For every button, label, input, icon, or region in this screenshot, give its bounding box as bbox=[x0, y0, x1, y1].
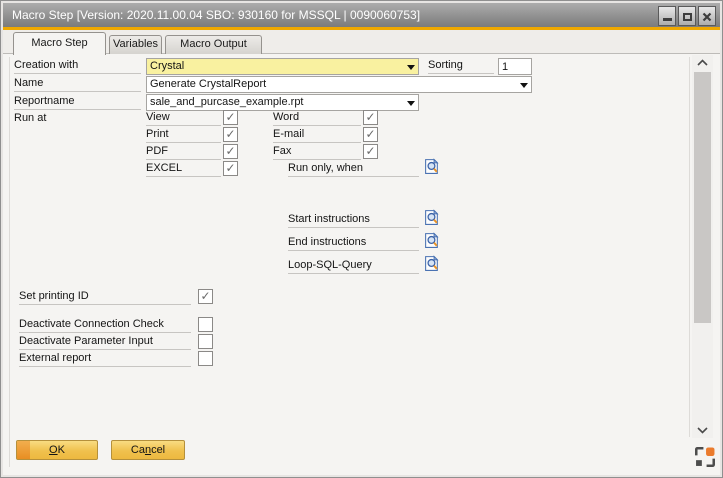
checkbox-email[interactable]: ✓ bbox=[363, 127, 378, 142]
set-printing-id-label: Set printing ID bbox=[19, 290, 191, 305]
checkbox-fax[interactable]: ✓ bbox=[363, 144, 378, 159]
run-at-word-label: Word bbox=[273, 111, 361, 126]
window-title: Macro Step [Version: 2020.11.00.04 SBO: … bbox=[12, 8, 420, 22]
run-only-when-label: Run only, when bbox=[288, 162, 419, 177]
loop-sql-query-editor-button[interactable] bbox=[424, 255, 440, 272]
resize-grip-icon bbox=[695, 447, 715, 467]
cancel-button-label: Cancel bbox=[131, 444, 165, 456]
checkbox-deactivate-connection-check[interactable] bbox=[198, 317, 213, 332]
checkbox-word[interactable]: ✓ bbox=[363, 110, 378, 125]
dropdown-arrow-icon bbox=[407, 101, 415, 106]
tab-macro-step[interactable]: Macro Step bbox=[13, 32, 106, 55]
run-at-view-label: View bbox=[146, 111, 221, 126]
external-report-label: External report bbox=[19, 352, 191, 367]
name-value: Generate CrystalReport bbox=[150, 78, 266, 90]
close-icon bbox=[702, 12, 712, 22]
creation-with-dropdown[interactable]: Crystal bbox=[146, 58, 419, 75]
creation-with-label: Creation with bbox=[14, 59, 141, 74]
checkbox-view[interactable]: ✓ bbox=[223, 110, 238, 125]
minimize-button[interactable] bbox=[658, 6, 676, 26]
start-instructions-label: Start instructions bbox=[288, 213, 419, 228]
window-controls bbox=[658, 6, 716, 26]
reportname-value: sale_and_purcase_example.rpt bbox=[150, 96, 304, 108]
resize-grip[interactable] bbox=[695, 447, 715, 467]
minimize-icon bbox=[663, 18, 672, 21]
chevron-up-icon bbox=[696, 59, 709, 67]
sorting-label: Sorting bbox=[428, 59, 494, 74]
tab-label: Macro Output bbox=[180, 38, 247, 50]
end-instructions-editor-button[interactable] bbox=[424, 232, 440, 249]
tab-macro-output[interactable]: Macro Output bbox=[165, 35, 262, 54]
run-at-print-label: Print bbox=[146, 128, 221, 143]
end-instructions-label: End instructions bbox=[288, 236, 419, 251]
checkbox-external-report[interactable] bbox=[198, 351, 213, 366]
deactivate-parameter-input-label: Deactivate Parameter Input bbox=[19, 335, 191, 350]
name-label: Name bbox=[14, 77, 141, 92]
cancel-button[interactable]: Cancel bbox=[111, 440, 185, 460]
scroll-down-button[interactable] bbox=[692, 423, 713, 437]
loop-sql-query-label: Loop-SQL-Query bbox=[288, 259, 419, 274]
tab-label: Macro Step bbox=[31, 37, 87, 49]
macro-step-window: Macro Step [Version: 2020.11.00.04 SBO: … bbox=[0, 0, 723, 478]
vertical-scrollbar[interactable] bbox=[692, 55, 713, 438]
chevron-down-icon bbox=[696, 426, 709, 434]
dropdown-arrow-icon bbox=[520, 83, 528, 88]
deactivate-connection-check-label: Deactivate Connection Check bbox=[19, 318, 191, 333]
start-instructions-editor-button[interactable] bbox=[424, 209, 440, 226]
run-at-pdf-label: PDF bbox=[146, 145, 221, 160]
creation-with-value: Crystal bbox=[150, 60, 184, 72]
titlebar[interactable]: Macro Step [Version: 2020.11.00.04 SBO: … bbox=[3, 3, 720, 27]
checkbox-excel[interactable]: ✓ bbox=[223, 161, 238, 176]
close-button[interactable] bbox=[698, 6, 716, 26]
maximize-button[interactable] bbox=[678, 6, 696, 26]
tab-bar: Macro Step Variables Macro Output bbox=[3, 30, 720, 54]
scroll-up-button[interactable] bbox=[692, 56, 713, 70]
dropdown-arrow-icon bbox=[407, 65, 415, 70]
panel-right-edge bbox=[689, 57, 690, 437]
reportname-dropdown[interactable]: sale_and_purcase_example.rpt bbox=[146, 94, 419, 111]
ok-button-label: OK bbox=[49, 444, 65, 456]
document-magnifier-icon bbox=[424, 209, 440, 226]
reportname-label: Reportname bbox=[14, 95, 141, 110]
checkbox-pdf[interactable]: ✓ bbox=[223, 144, 238, 159]
ok-button-focus-strip bbox=[17, 441, 30, 459]
maximize-icon bbox=[683, 13, 692, 21]
sorting-input[interactable] bbox=[498, 58, 532, 75]
run-at-email-label: E-mail bbox=[273, 128, 361, 143]
name-dropdown[interactable]: Generate CrystalReport bbox=[146, 76, 532, 93]
run-at-fax-label: Fax bbox=[273, 145, 361, 160]
checkbox-print[interactable]: ✓ bbox=[223, 127, 238, 142]
tab-variables[interactable]: Variables bbox=[109, 35, 162, 54]
run-at-label: Run at bbox=[14, 112, 141, 127]
scrollbar-thumb[interactable] bbox=[694, 72, 711, 323]
tab-label: Variables bbox=[113, 38, 158, 50]
run-at-excel-label: EXCEL bbox=[146, 162, 221, 177]
document-magnifier-icon bbox=[424, 158, 440, 175]
checkbox-set-printing-id[interactable]: ✓ bbox=[198, 289, 213, 304]
ok-button[interactable]: OK bbox=[16, 440, 98, 460]
document-magnifier-icon bbox=[424, 232, 440, 249]
panel-left-edge bbox=[9, 57, 10, 467]
run-only-when-editor-button[interactable] bbox=[424, 158, 440, 175]
document-magnifier-icon bbox=[424, 255, 440, 272]
checkbox-deactivate-parameter-input[interactable] bbox=[198, 334, 213, 349]
